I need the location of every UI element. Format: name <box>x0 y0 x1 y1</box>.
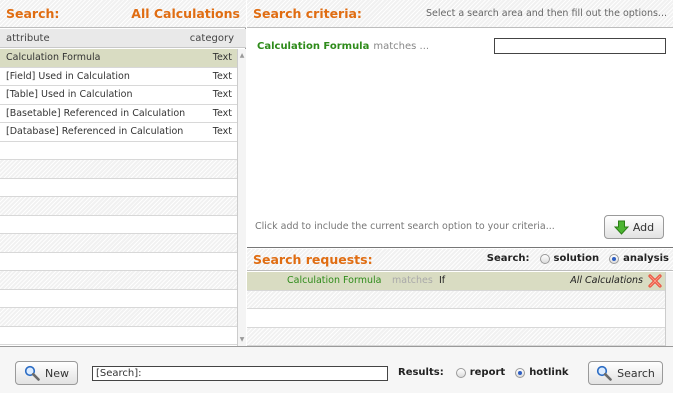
attribute-row[interactable]: [Table] Used in Calculation Text <box>0 86 237 105</box>
attribute-name: [Database] Referenced in Calculation <box>6 126 184 138</box>
search-scope-label[interactable]: All Calculations <box>131 6 240 21</box>
requests-list: Calculation Formula matches If All Calcu… <box>247 272 665 346</box>
attribute-row[interactable]: Calculation Formula Text <box>0 49 237 68</box>
scroll-down-icon[interactable]: ▼ <box>238 335 246 344</box>
attribute-list: Calculation Formula Text [Field] Used in… <box>0 49 237 346</box>
criteria-hint: Select a search area and then fill out t… <box>426 8 667 19</box>
attribute-panel: Search: All Calculations attribute categ… <box>0 0 246 346</box>
bottom-toolbar: New Results: report hotlink Search <box>0 346 673 393</box>
criteria-value-input[interactable] <box>494 38 666 54</box>
criteria-field-label: Calculation Formula <box>257 40 370 52</box>
empty-row <box>0 271 237 290</box>
request-mode-group: Search: solution analysis <box>487 253 669 264</box>
empty-row <box>0 197 237 216</box>
empty-row <box>0 326 237 345</box>
criteria-operator[interactable]: matches ... <box>373 41 429 52</box>
empty-request-row <box>247 290 665 309</box>
request-value: If <box>439 275 446 287</box>
attribute-category: Text <box>212 107 232 119</box>
add-button-label: Add <box>632 220 655 234</box>
criteria-header: Search criteria: Select a search area an… <box>247 0 673 28</box>
requests-scrollbar[interactable] <box>665 272 673 346</box>
attribute-column-header: attribute category <box>0 29 246 48</box>
attribute-name: [Field] Used in Calculation <box>6 70 130 82</box>
solution-radio-label[interactable]: solution <box>554 253 600 264</box>
requests-title: Search requests: <box>253 252 373 267</box>
attribute-row[interactable]: [Database] Referenced in Calculation Tex… <box>0 123 237 142</box>
request-row[interactable]: Calculation Formula matches If All Calcu… <box>247 272 665 291</box>
attribute-category: Text <box>212 126 232 138</box>
add-button[interactable]: Add <box>604 215 664 239</box>
attribute-row[interactable]: [Field] Used in Calculation Text <box>0 68 237 86</box>
solution-radio[interactable] <box>539 253 550 264</box>
results-mode-group: Results: report hotlink <box>398 367 569 378</box>
new-button-label: New <box>45 366 69 380</box>
attribute-category: Text <box>212 89 232 101</box>
attribute-name: Calculation Formula <box>6 52 101 64</box>
requests-header: Search requests: Search: solution analys… <box>247 249 673 271</box>
search-button-label: Search <box>617 366 655 380</box>
attribute-category: Text <box>212 70 232 82</box>
analysis-radio-label[interactable]: analysis <box>623 253 669 264</box>
magnifier-icon <box>24 365 40 381</box>
search-query-input[interactable] <box>92 366 388 381</box>
request-operator: matches <box>392 275 433 287</box>
empty-row <box>0 252 237 271</box>
hotlink-radio[interactable] <box>515 367 526 378</box>
empty-row <box>0 141 237 160</box>
attribute-category: Text <box>212 52 232 64</box>
empty-row <box>0 234 237 253</box>
empty-row <box>0 308 237 327</box>
attribute-list-scrollbar[interactable]: ▲ ▼ <box>237 49 246 346</box>
delete-x-icon[interactable] <box>647 273 663 289</box>
new-search-button[interactable]: New <box>15 361 78 385</box>
empty-request-row <box>247 327 665 346</box>
green-down-arrow-icon <box>613 220 629 235</box>
report-radio-label[interactable]: report <box>470 367 505 378</box>
attribute-name: [Table] Used in Calculation <box>6 89 133 101</box>
criteria-row: Calculation Formula matches ... <box>257 38 667 54</box>
add-hint: Click add to include the current search … <box>255 221 555 232</box>
search-header: Search: All Calculations <box>0 0 246 28</box>
magnifier-icon <box>596 365 612 381</box>
report-radio[interactable] <box>455 367 466 378</box>
request-field: Calculation Formula <box>287 275 382 287</box>
empty-row <box>0 289 237 308</box>
attribute-name: [Basetable] Referenced in Calculation <box>6 107 186 119</box>
request-scope: All Calculations <box>570 275 643 287</box>
empty-row <box>0 160 237 179</box>
request-mode-label: Search: <box>486 253 530 264</box>
analysis-radio[interactable] <box>609 253 620 264</box>
requests-divider <box>247 247 673 248</box>
search-button[interactable]: Search <box>588 361 663 385</box>
hotlink-radio-label[interactable]: hotlink <box>529 367 568 378</box>
empty-row <box>0 178 237 197</box>
attribute-column-label[interactable]: attribute <box>6 33 50 44</box>
attribute-row[interactable]: [Basetable] Referenced in Calculation Te… <box>0 105 237 123</box>
scroll-up-icon[interactable]: ▲ <box>238 51 246 60</box>
results-label: Results: <box>398 367 444 378</box>
search-title: Search: <box>6 6 60 21</box>
empty-row <box>0 215 237 234</box>
category-column-label[interactable]: category <box>190 33 234 44</box>
criteria-title: Search criteria: <box>253 6 362 21</box>
empty-request-row <box>247 309 665 328</box>
